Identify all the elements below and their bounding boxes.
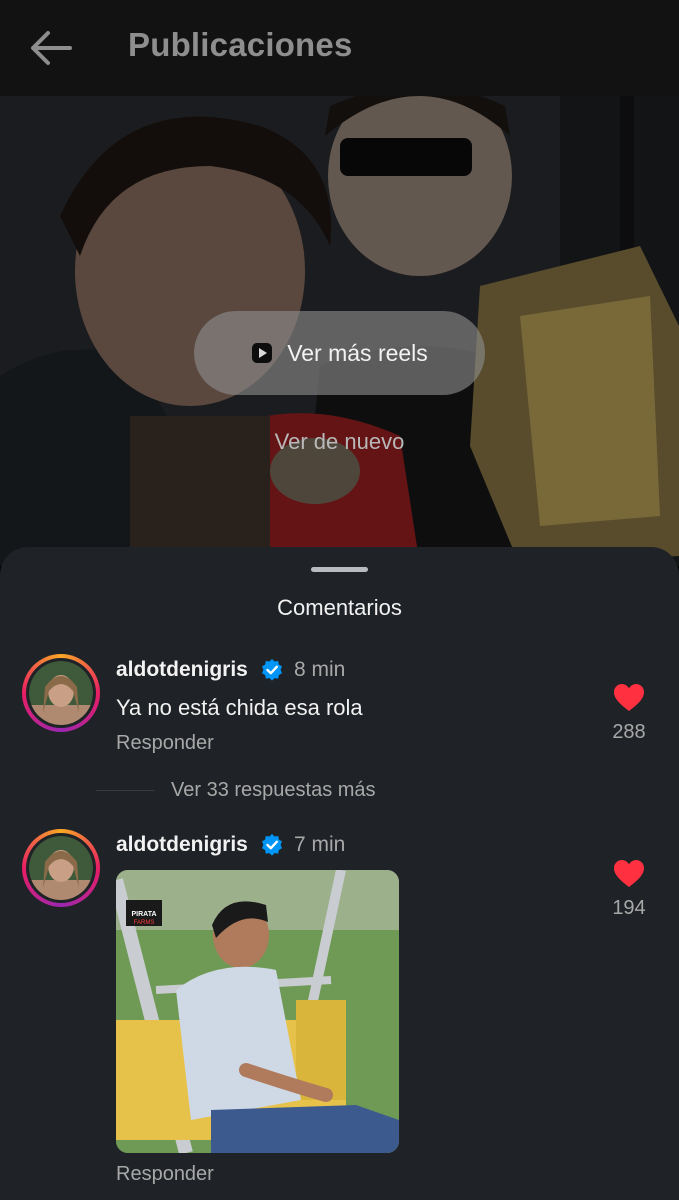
like-count: 288 <box>612 721 646 743</box>
drag-handle[interactable] <box>311 567 368 572</box>
top-bar: Publicaciones <box>0 0 679 96</box>
comments-sheet: Comentarios aldotdenigris 8 min Ya no es… <box>0 547 679 1200</box>
svg-text:FARMS: FARMS <box>134 920 155 926</box>
svg-text:PIRATA: PIRATA <box>131 911 156 918</box>
reel-media[interactable]: Ver más reels Ver de nuevo <box>0 96 679 566</box>
avatar[interactable] <box>22 654 100 732</box>
reply-button[interactable]: Responder <box>116 732 214 755</box>
more-reels-button[interactable]: Ver más reels <box>194 311 485 395</box>
comments-title: Comentarios <box>277 595 402 620</box>
gif-image: PIRATA FARMS <box>116 870 399 1153</box>
replay-link[interactable]: Ver de nuevo <box>0 429 679 455</box>
reply-button[interactable]: Responder <box>116 1163 214 1186</box>
view-more-replies-button[interactable]: Ver 33 respuestas más <box>171 779 376 802</box>
comment-text: Ya no está chida esa rola <box>116 695 363 720</box>
more-reels-label: Ver más reels <box>287 339 428 366</box>
play-square-icon <box>252 343 273 363</box>
comment-username[interactable]: aldotdenigris <box>116 658 248 682</box>
avatar[interactable] <box>22 829 100 907</box>
like-count: 194 <box>612 897 646 919</box>
divider <box>96 790 154 791</box>
heart-icon[interactable] <box>614 684 644 712</box>
page-title: Publicaciones <box>128 26 353 63</box>
arrow-left-icon[interactable] <box>28 28 72 68</box>
comment-time: 7 min <box>294 833 346 856</box>
comment-username[interactable]: aldotdenigris <box>116 833 248 857</box>
verified-badge-icon <box>262 834 282 856</box>
heart-icon[interactable] <box>614 860 644 888</box>
comment-time: 8 min <box>294 658 346 681</box>
verified-badge-icon <box>262 659 282 681</box>
comment-gif[interactable]: PIRATA FARMS <box>116 870 399 1153</box>
